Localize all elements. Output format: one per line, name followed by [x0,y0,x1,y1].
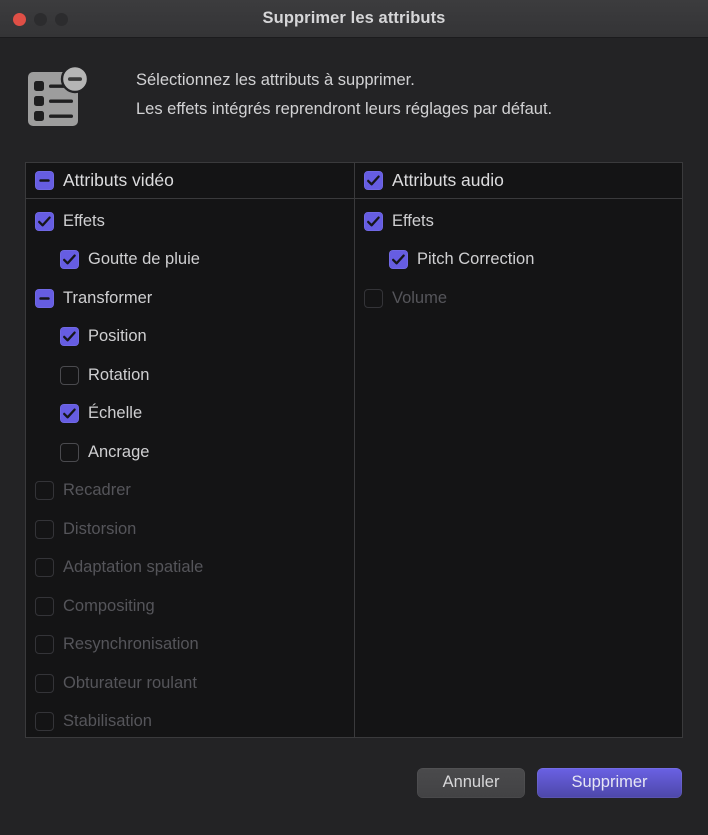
attribute-label: Échelle [88,404,143,423]
column-body: Effets Goutte de pluie Transformer Position… [26,199,354,738]
attribute-checkbox [35,673,54,693]
attribute-label: Stabilisation [63,712,152,731]
attribute-label: Recadrer [63,481,131,500]
attribute-row: Compositing [26,587,354,626]
attribute-columns: Attributs vidéo Effets Goutte de pluie Tran… [26,163,682,737]
attribute-row: Volume [355,279,682,318]
attribute-label: Goutte de pluie [88,250,200,269]
attribute-label: Resynchronisation [63,635,199,654]
attribute-label: Effets [63,211,105,230]
attribute-checkbox [35,596,54,616]
message-line-1: Sélectionnez les attributs à supprimer. [136,71,415,89]
minimize-button[interactable] [34,12,47,26]
attribute-checkbox [35,635,54,655]
attribute-row[interactable]: Effets [355,202,682,241]
close-button[interactable] [13,12,26,26]
attribute-label: Position [88,327,147,346]
dialog-message: Sélectionnez les attributs à supprimer. … [136,68,552,122]
attribute-checkbox [35,481,54,501]
attribute-checkbox [364,288,383,308]
attribute-label: Adaptation spatiale [63,558,204,577]
attribute-row[interactable]: Transformer [26,279,354,318]
attribute-label: Ancrage [88,442,150,461]
attribute-row[interactable]: Pitch Correction [355,241,682,280]
attribute-checkbox [35,712,54,732]
window-controls [13,0,68,38]
column-header[interactable]: Attributs vidéo [26,163,354,199]
delete-button[interactable]: Supprimer [537,767,682,798]
dialog-footer: Annuler Supprimer [0,738,708,835]
message-line-2: Les effets intégrés reprendront leurs ré… [136,99,553,118]
attribute-row[interactable]: Goutte de pluie [26,241,354,280]
attribute-checkbox [35,519,54,539]
attribute-checkbox[interactable] [389,250,408,270]
attribute-row[interactable]: Échelle [26,395,354,434]
attribute-label: Effets [392,211,434,230]
dialog-header: Sélectionnez les attributs à supprimer. … [0,38,708,158]
remove-attributes-dialog: Supprimer les attributs Sélectionnez les… [0,0,708,835]
attribute-checkbox[interactable] [60,365,79,385]
attribute-checkbox[interactable] [60,404,79,424]
attribute-row: Stabilisation [26,703,354,738]
attribute-row[interactable]: Ancrage [26,433,354,472]
attribute-checkbox[interactable] [35,211,54,231]
attribute-label: Compositing [63,596,155,615]
title-bar: Supprimer les attributs [0,0,708,38]
column-header-checkbox[interactable] [364,171,383,190]
attribute-row: Resynchronisation [26,626,354,665]
remove-attributes-icon [24,62,96,134]
attribute-row: Adaptation spatiale [26,549,354,588]
attribute-row: Obturateur roulant [26,664,354,703]
column-header[interactable]: Attributs audio [355,163,682,199]
attribute-row[interactable]: Effets [26,202,354,241]
attribute-row: Recadrer [26,472,354,511]
attribute-row[interactable]: Rotation [26,356,354,395]
maximize-button[interactable] [55,12,68,26]
attribute-checkbox[interactable] [364,211,383,231]
cancel-button[interactable]: Annuler [417,767,525,798]
attribute-checkbox[interactable] [60,327,79,347]
attribute-label: Rotation [88,365,150,384]
attribute-row: Distorsion [26,510,354,549]
column-body: Effets Pitch Correction Volume [355,199,682,737]
attributes-panel: Attributs vidéo Effets Goutte de pluie Tran… [25,162,683,738]
attribute-label: Pitch Correction [417,250,535,269]
column-header-label: Attributs vidéo [63,170,174,190]
attribute-label: Volume [392,288,448,307]
attribute-checkbox[interactable] [60,442,79,462]
attribute-checkbox[interactable] [35,288,54,308]
attribute-label: Obturateur roulant [63,673,197,692]
attribute-checkbox [35,558,54,578]
attribute-row[interactable]: Position [26,318,354,357]
attribute-label: Distorsion [63,519,137,538]
attribute-column: Attributs audio Effets Pitch Correction Vol… [354,163,682,737]
column-header-checkbox[interactable] [35,171,54,190]
column-header-label: Attributs audio [392,170,504,190]
attribute-checkbox[interactable] [60,250,79,270]
attribute-label: Transformer [63,288,153,307]
window-title: Supprimer les attributs [262,9,446,27]
attribute-column: Attributs vidéo Effets Goutte de pluie Tran… [26,163,354,737]
